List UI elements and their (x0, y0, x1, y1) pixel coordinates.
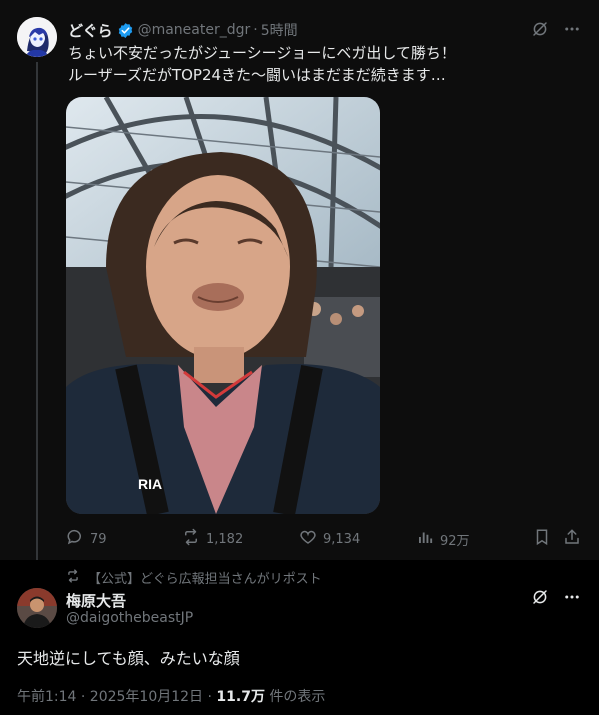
tweet-text-line: ちょい不安だったがジューシージョーにベガ出して勝ち！ (68, 44, 456, 62)
author-name[interactable]: 梅原大吾 (66, 590, 126, 611)
tweet-header: どぐら @maneater_dgr · 5時間 (68, 20, 298, 40)
bookmark-icon (533, 528, 551, 550)
reply-icon (66, 528, 84, 550)
tweet-main[interactable]: どぐら @maneater_dgr · 5時間 ちょい不安だったがジューシージョ… (0, 0, 599, 578)
author-name[interactable]: どぐら (68, 20, 113, 41)
thread-line (36, 62, 38, 578)
repost-indicator[interactable]: 【公式】どぐら広報担当さんがリポスト (66, 568, 322, 587)
views-icon (416, 528, 434, 550)
views-count: 11.7万 (216, 689, 265, 705)
tweet-meta: 午前1:14 · 2025年10月12日 · 11.7万 件の表示 (17, 686, 325, 706)
tweet-top-actions (531, 588, 581, 610)
tweet-photo[interactable]: RIA (66, 97, 380, 514)
verified-badge-icon (117, 22, 134, 39)
tweet-text: ちょい不安だったがジューシージョーにベガ出して勝ち！ ルーザーズだがTOP24き… (68, 42, 456, 86)
reply-count: 79 (90, 531, 107, 547)
repost-label: 【公式】どぐら広報担当さんがリポスト (88, 572, 322, 587)
tweet-top-actions (531, 20, 581, 42)
tweet-repost[interactable]: 【公式】どぐら広報担当さんがリポスト 梅原大吾 @daigothebeastJP… (0, 560, 599, 715)
views-count: 92万 (440, 533, 470, 549)
repost-button[interactable]: 1,182 (182, 528, 243, 550)
timestamp[interactable]: 5時間 (261, 20, 298, 40)
views-label: 件の表示 (264, 689, 326, 705)
like-count: 9,134 (323, 531, 361, 547)
separator: · (253, 22, 258, 38)
grok-icon[interactable] (531, 588, 549, 610)
like-button[interactable]: 9,134 (299, 528, 360, 550)
more-icon[interactable] (563, 588, 581, 610)
share-icon (563, 528, 581, 550)
avatar[interactable] (17, 17, 57, 57)
avatar[interactable] (17, 588, 57, 628)
author-handle[interactable]: @maneater_dgr (138, 22, 251, 38)
like-icon (299, 528, 317, 550)
share-button[interactable] (563, 528, 581, 550)
views-button[interactable]: 92万 (416, 528, 470, 550)
svg-text:RIA: RIA (138, 476, 162, 492)
repost-icon (182, 528, 200, 550)
tweet-text-line: ルーザーズだがTOP24きた〜闘いはまだまだ続きます… (68, 66, 446, 84)
tweet-text: 天地逆にしても顔、みたいな顔 (17, 649, 240, 668)
timestamp[interactable]: 午前1:14 · 2025年10月12日 · (17, 689, 216, 705)
bookmark-button[interactable] (533, 528, 551, 550)
tweet-actions: 79 1,182 9,134 92万 (66, 528, 586, 550)
grok-icon[interactable] (531, 20, 549, 42)
more-icon[interactable] (563, 20, 581, 42)
repost-count: 1,182 (206, 531, 244, 547)
reply-button[interactable]: 79 (66, 528, 107, 550)
author-handle[interactable]: @daigothebeastJP (66, 610, 193, 626)
repost-icon (66, 568, 80, 587)
